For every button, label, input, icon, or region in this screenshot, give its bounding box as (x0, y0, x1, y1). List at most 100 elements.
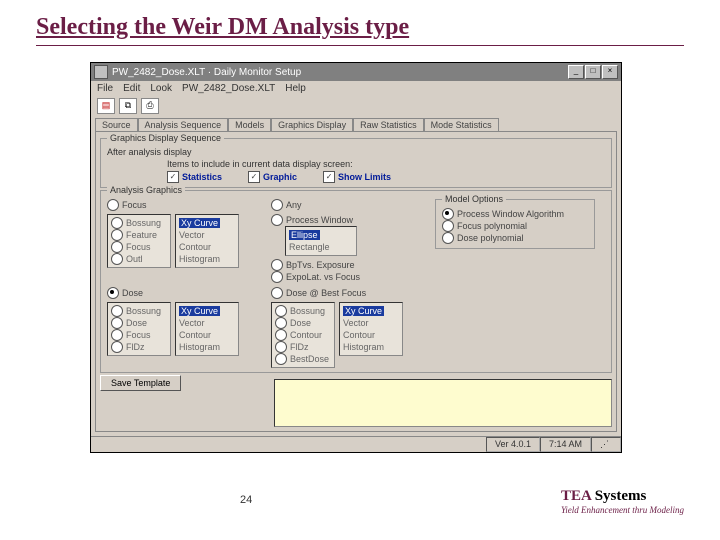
logo-systems: Systems (591, 488, 646, 504)
radio-focus-2[interactable] (111, 329, 123, 341)
item-fl-fldz: FlDz (290, 341, 309, 353)
item-dose-2: Dose (126, 317, 147, 329)
minimize-button[interactable]: _ (568, 65, 584, 79)
label-model-dp: Dose polynomial (457, 233, 524, 243)
group-legend-ag: Analysis Graphics (107, 185, 185, 195)
radio-fl-dose[interactable] (275, 317, 287, 329)
checkbox-graphic[interactable] (248, 171, 260, 183)
label-dose-best: Dose @ Best Focus (286, 288, 366, 298)
radio-focus[interactable] (107, 199, 119, 211)
copy-icon[interactable]: ⧉ (119, 98, 137, 114)
page-number: 24 (240, 494, 252, 506)
logo-tagline: Yield Enhancement thru Modeling (561, 505, 684, 515)
item-contour-2[interactable]: Contour (179, 329, 235, 341)
radio-process-window[interactable] (271, 214, 283, 226)
item-bossung-1: Bossung (126, 217, 161, 229)
radio-dose[interactable] (107, 287, 119, 299)
item-rectangle[interactable]: Rectangle (289, 241, 353, 253)
print-icon[interactable]: ⎙ (141, 98, 159, 114)
label-dose: Dose (122, 288, 143, 298)
dose-list[interactable]: Bossung Dose Focus FlDz (107, 302, 171, 356)
item-histogram-1[interactable]: Histogram (179, 253, 235, 265)
item-vector-2[interactable]: Vector (179, 317, 235, 329)
radio-dose-2[interactable] (111, 317, 123, 329)
item-xycurve-3[interactable]: Xy Curve (343, 306, 384, 316)
item-histogram-2[interactable]: Histogram (179, 341, 235, 353)
radio-fl-contour[interactable] (275, 329, 287, 341)
item-contour-3[interactable]: Contour (343, 329, 399, 341)
group-model-options: Model Options Process Window Algorithm F… (435, 199, 595, 249)
item-histogram-3[interactable]: Histogram (343, 341, 399, 353)
radio-model-pwa[interactable] (442, 208, 454, 220)
dosebest-vector-list[interactable]: Xy Curve Vector Contour Histogram (339, 302, 403, 356)
label-process-window: Process Window (286, 215, 353, 225)
item-contour-1[interactable]: Contour (179, 241, 235, 253)
radio-focus-1[interactable] (111, 241, 123, 253)
menu-doc[interactable]: PW_2482_Dose.XLT (182, 83, 275, 94)
tab-raw-statistics[interactable]: Raw Statistics (353, 118, 424, 131)
focus-vector-list[interactable]: Xy Curve Vector Contour Histogram (175, 214, 239, 268)
menu-look[interactable]: Look (150, 83, 172, 94)
radio-bossung-2[interactable] (111, 305, 123, 317)
group-graphics-display-sequence: Graphics Display Sequence After analysis… (100, 138, 612, 188)
radio-model-fp[interactable] (442, 220, 454, 232)
label-graphic: Graphic (263, 172, 297, 182)
item-fl-dose: Dose (290, 317, 311, 329)
radio-bptvs[interactable] (271, 259, 283, 271)
statusbar: Ver 4.0.1 7:14 AM ⋰ (91, 436, 621, 452)
dosebest-list[interactable]: Bossung Dose Contour FlDz BestDose (271, 302, 335, 368)
tab-strip: Source Analysis Sequence Models Graphics… (91, 118, 621, 131)
menu-file[interactable]: File (97, 83, 113, 94)
title-rule (36, 45, 684, 46)
item-focus-2: Focus (126, 329, 151, 341)
close-button[interactable]: × (602, 65, 618, 79)
item-xycurve-2[interactable]: Xy Curve (179, 306, 220, 316)
menu-help[interactable]: Help (285, 83, 306, 94)
radio-any[interactable] (271, 199, 283, 211)
label-focus: Focus (122, 200, 147, 210)
radio-model-dp[interactable] (442, 232, 454, 244)
item-focus-1: Focus (126, 241, 151, 253)
item-fldz-2: FlDz (126, 341, 145, 353)
item-vector-1[interactable]: Vector (179, 229, 235, 241)
tab-source[interactable]: Source (95, 118, 138, 131)
pw-shape-list[interactable]: Ellipse Rectangle (285, 226, 357, 256)
app-icon (94, 65, 108, 79)
radio-bossung-1[interactable] (111, 217, 123, 229)
app-window: PW_2482_Dose.XLT · Daily Monitor Setup _… (90, 62, 622, 453)
maximize-button[interactable]: □ (585, 65, 601, 79)
tab-mode-statistics[interactable]: Mode Statistics (424, 118, 499, 131)
dose-vector-list[interactable]: Xy Curve Vector Contour Histogram (175, 302, 239, 356)
tab-analysis-sequence[interactable]: Analysis Sequence (138, 118, 229, 131)
group-legend-gds: Graphics Display Sequence (107, 133, 224, 143)
radio-feature-1[interactable] (111, 229, 123, 241)
radio-dose-best[interactable] (271, 287, 283, 299)
tab-models[interactable]: Models (228, 118, 271, 131)
label-bptvs: BpTvs. Exposure (286, 260, 355, 270)
radio-expolat[interactable] (271, 271, 283, 283)
item-vector-3[interactable]: Vector (343, 317, 399, 329)
menu-edit[interactable]: Edit (123, 83, 140, 94)
slide-title: Selecting the Weir DM Analysis type (0, 0, 720, 45)
window-title: PW_2482_Dose.XLT · Daily Monitor Setup (112, 67, 568, 78)
label-model-pwa: Process Window Algorithm (457, 209, 564, 219)
radio-fldz-2[interactable] (111, 341, 123, 353)
group-analysis-graphics: Analysis Graphics Focus Bossung Feature … (100, 190, 612, 373)
checkbox-show-limits[interactable] (323, 171, 335, 183)
resize-grip-icon[interactable]: ⋰ (591, 437, 621, 452)
radio-fl-bossung[interactable] (275, 305, 287, 317)
checkbox-statistics[interactable] (167, 171, 179, 183)
save-template-button[interactable]: Save Template (100, 375, 181, 391)
log-output (274, 379, 612, 427)
radio-fl-bestdose[interactable] (275, 353, 287, 365)
focus-list[interactable]: Bossung Feature Focus Outl (107, 214, 171, 268)
tab-graphics-display[interactable]: Graphics Display (271, 118, 353, 131)
radio-fl-fldz[interactable] (275, 341, 287, 353)
item-xycurve-1[interactable]: Xy Curve (179, 218, 220, 228)
item-fl-bossung: Bossung (290, 305, 325, 317)
label-statistics: Statistics (182, 172, 222, 182)
status-time: 7:14 AM (540, 437, 591, 452)
open-icon[interactable]: ▤ (97, 98, 115, 114)
radio-outl-1[interactable] (111, 253, 123, 265)
item-ellipse[interactable]: Ellipse (289, 230, 320, 240)
